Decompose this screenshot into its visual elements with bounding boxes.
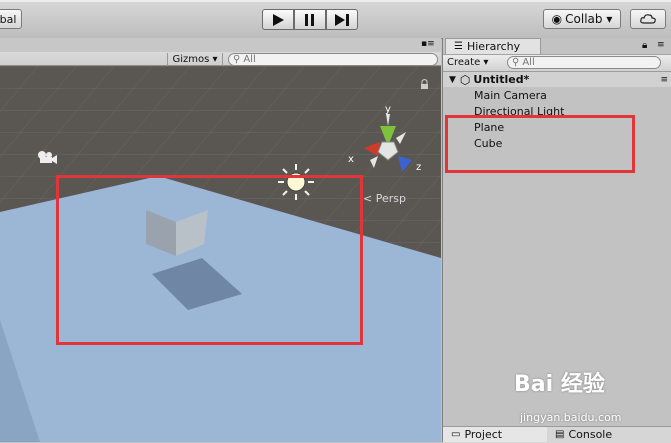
cloud-button[interactable] (630, 9, 666, 29)
scene-menu-icon[interactable]: ≡ (660, 75, 668, 85)
watermark-url: jingyan.baidu.com (520, 411, 622, 424)
scene-view: ▪≡ Gizmos ▾ ⚲ All y x z < Persp (0, 38, 441, 442)
persp-label[interactable]: < Persp (363, 192, 406, 205)
scene-root-row[interactable]: ▼ ⬡ Untitled* ≡ (443, 72, 671, 87)
gizmos-label: Gizmos ▾ (172, 54, 218, 65)
list-item-label: Main Camera (474, 88, 547, 102)
tab-console[interactable]: ▤ Console (547, 427, 655, 442)
scene-search-input[interactable]: ⚲ All (228, 53, 438, 66)
search-icon: ⚲ (512, 57, 520, 68)
play-button[interactable] (262, 9, 294, 30)
scene-toolbar: ▪≡ Gizmos ▾ ⚲ All (0, 38, 441, 66)
bottom-tab-bar: ▭ Project ▤ Console (443, 426, 671, 443)
panel-lock-icon[interactable]: 🔒︎ (642, 40, 647, 51)
expand-arrow-icon[interactable]: ▼ (449, 75, 456, 85)
hierarchy-search-input[interactable]: ⚲ All (507, 56, 661, 69)
project-tab-label: Project (464, 428, 503, 441)
pause-button[interactable] (294, 9, 326, 30)
cloud-icon (640, 14, 656, 24)
main-toolbar: bal ◉ Collab ▾ (0, 0, 671, 39)
console-tab-label: Console (568, 428, 613, 441)
folder-icon: ▭ (451, 429, 461, 440)
hierarchy-search-placeholder: All (522, 57, 535, 68)
console-icon: ▤ (555, 429, 565, 440)
tab-hierarchy[interactable]: ☰ Hierarchy (445, 38, 541, 54)
toolbar-top-line (0, 0, 671, 2)
axis-z-label: z (416, 162, 421, 173)
hierarchy-toolbar: Create ▾ ⚲ All (443, 54, 671, 72)
pause-icon (305, 13, 314, 26)
annotation-box-scene (56, 175, 363, 345)
step-icon (335, 13, 349, 26)
axis-x-label: x (348, 154, 354, 165)
unity-logo-icon: ⬡ (459, 72, 471, 87)
scene-tab-strip: ▪≡ (0, 38, 441, 52)
axis-y-label: y (385, 104, 391, 115)
watermark-logo: Bai 经验 (514, 372, 605, 397)
create-label: Create ▾ (447, 57, 489, 68)
pivot-toggle-button[interactable]: bal (0, 9, 22, 29)
list-item-main-camera[interactable]: Main Camera (474, 87, 547, 103)
scene-name: Untitled* (473, 73, 530, 86)
search-icon: ⚲ (233, 54, 241, 65)
annotation-box-hierarchy (445, 115, 635, 173)
scene-search-placeholder: All (243, 54, 256, 65)
tab-project[interactable]: ▭ Project (443, 427, 547, 442)
play-icon (273, 13, 284, 26)
panel-menu-icon[interactable]: ▪≡ (421, 39, 435, 49)
panel-menu-icon[interactable]: ≡ (657, 40, 665, 50)
collab-check-icon: ◉ (551, 12, 563, 26)
gizmos-dropdown[interactable]: Gizmos ▾ (167, 53, 223, 66)
scene-viewport[interactable]: y x z < Persp (0, 66, 441, 442)
hierarchy-tab-label: Hierarchy (466, 40, 521, 53)
playback-controls (262, 9, 358, 30)
hierarchy-list-icon: ☰ (454, 41, 463, 52)
step-button[interactable] (326, 9, 358, 30)
collab-label: Collab ▾ (565, 12, 613, 26)
create-dropdown[interactable]: Create ▾ (447, 56, 501, 69)
pivot-label: bal (0, 12, 17, 26)
collab-button[interactable]: ◉ Collab ▾ (543, 9, 621, 29)
